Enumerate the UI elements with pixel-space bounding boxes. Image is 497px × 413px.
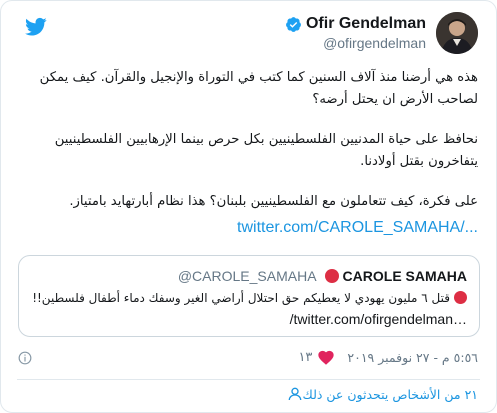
author-handle[interactable]: @ofirgendelman — [285, 35, 426, 51]
tweet-card: Ofir Gendelman @ofirgendelman هذه هي أرض… — [0, 0, 497, 413]
red-circle-icon — [454, 291, 467, 304]
quoted-text-line: قتل ٦ مليون يهودي لا يعطيكم حق احتلال أر… — [27, 289, 467, 307]
tweet-paragraph-2: نحافظ على حياة المدنيين الفلسطينيين بكل … — [54, 132, 478, 169]
person-icon — [288, 387, 301, 401]
tweet-paragraph-1: هذه هي أرضنا منذ آلاف السنين كما كتب في … — [39, 70, 478, 107]
conversation-count-text[interactable]: ٢١ من الأشخاص يتحدثون عن ذلك — [303, 387, 478, 402]
quoted-author-name[interactable]: CAROLE SAMAHA — [343, 268, 467, 284]
tweet-text: هذه هي أرضنا منذ آلاف السنين كما كتب في … — [16, 67, 478, 239]
quoted-tweet[interactable]: CAROLE SAMAHA @CAROLE_SAMAHA قتل ٦ مليون… — [18, 255, 480, 337]
red-circle-icon — [324, 269, 339, 283]
verified-badge-icon — [286, 16, 301, 32]
author-name[interactable]: Ofir Gendelman — [306, 15, 426, 33]
author-names: Ofir Gendelman @ofirgendelman — [285, 15, 426, 51]
heart-icon[interactable] — [317, 349, 335, 365]
quoted-author[interactable]: CAROLE SAMAHA @CAROLE_SAMAHA — [178, 268, 467, 284]
quoted-text-link[interactable]: /twitter.com/ofirgendelman… — [290, 311, 467, 327]
info-icon[interactable] — [18, 351, 32, 365]
quoted-author-handle[interactable]: @CAROLE_SAMAHA — [178, 268, 317, 284]
tweet-paragraph-3: على فكرة، كيف تتعاملون مع الفلسطينيين بل… — [69, 194, 478, 209]
divider — [17, 379, 480, 380]
tweet-timestamp[interactable]: ٥:٥٦ م - ٢٧ نوفمبر ٢٠١٩ — [347, 350, 478, 365]
avatar-photo — [436, 12, 478, 54]
twitter-bird-icon[interactable] — [25, 17, 47, 37]
like-action[interactable]: ١٣ — [298, 349, 335, 365]
like-count[interactable]: ١٣ — [298, 350, 312, 365]
tweet-author[interactable]: Ofir Gendelman @ofirgendelman — [285, 11, 478, 55]
avatar[interactable] — [436, 12, 478, 54]
quoted-text: قتل ٦ مليون يهودي لا يعطيكم حق احتلال أر… — [32, 291, 450, 305]
conversation-footer[interactable]: ٢١ من الأشخاص يتحدثون عن ذلك — [281, 386, 478, 402]
tweet-meta: ١٣ ٥:٥٦ م - ٢٧ نوفمبر ٢٠١٩ — [298, 347, 478, 367]
quoted-tweet-link[interactable]: twitter.com/CAROLE_SAMAHA/... — [16, 217, 478, 239]
